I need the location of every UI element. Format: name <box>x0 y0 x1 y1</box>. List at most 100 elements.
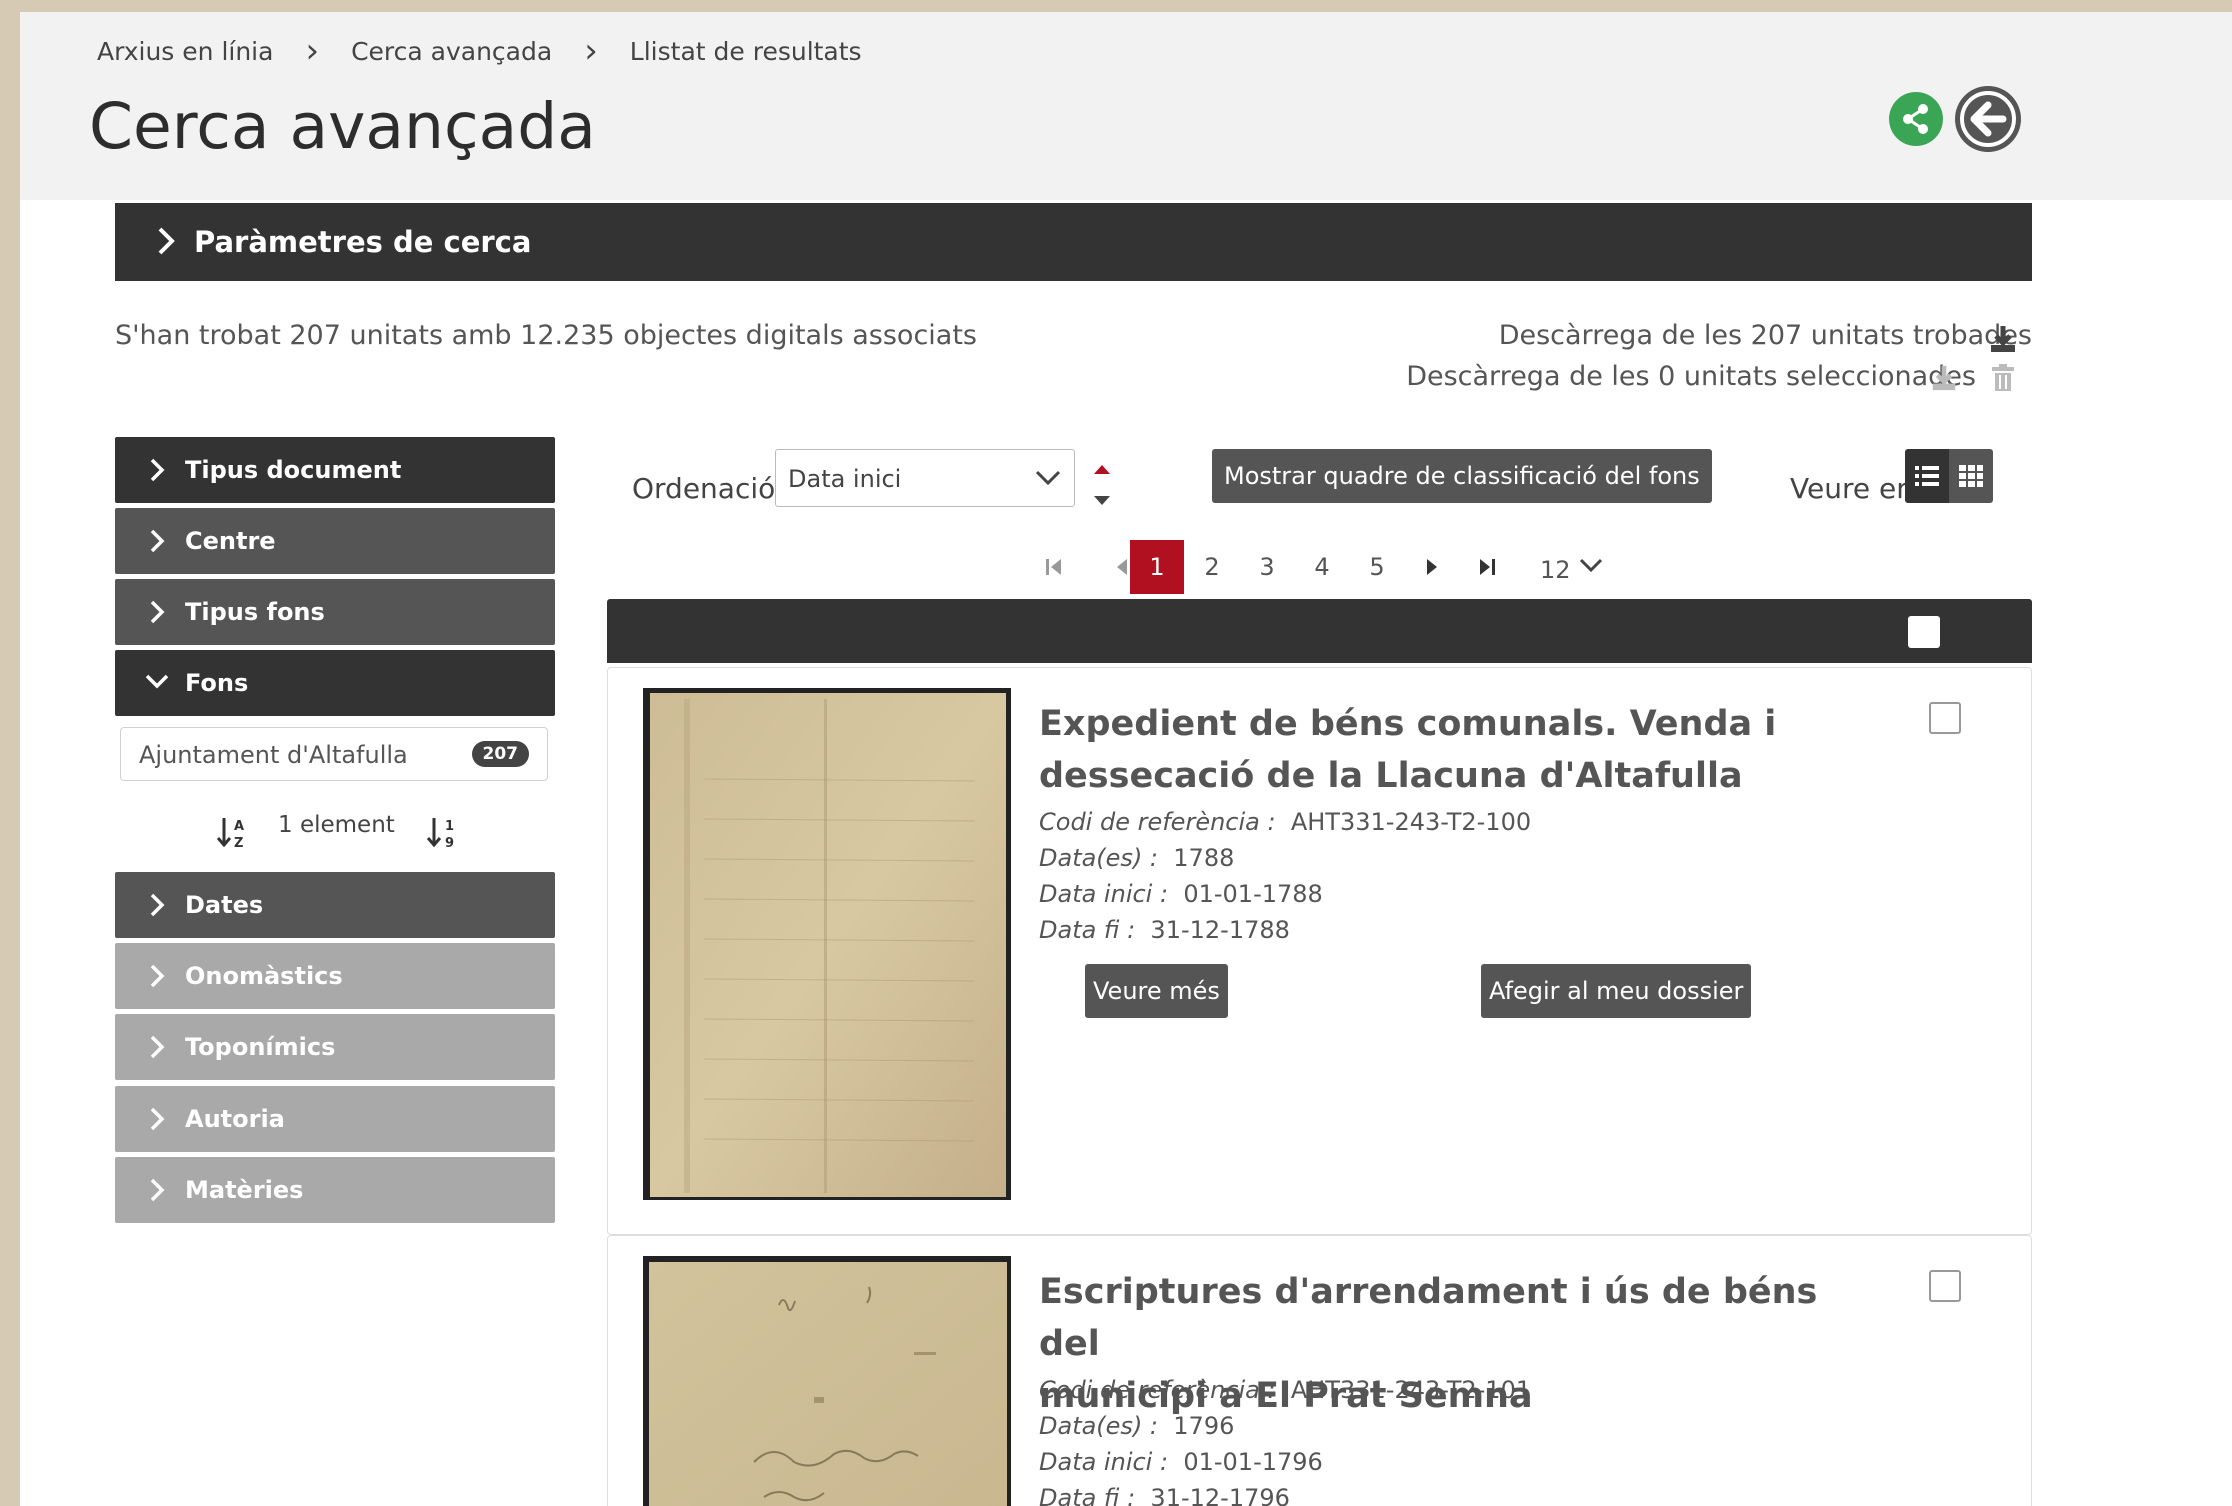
facet-label: Onomàstics <box>185 962 343 990</box>
download-icon[interactable] <box>1988 324 2018 354</box>
facet-fons[interactable]: Fons <box>115 650 555 716</box>
facet-autoria[interactable]: Autoria <box>115 1086 555 1152</box>
facet-label: Tipus document <box>185 456 402 484</box>
chevron-right-icon <box>150 1178 165 1202</box>
meta-value: 1788 <box>1173 844 1235 872</box>
sort-select[interactable]: Data inici <box>775 449 1075 507</box>
list-icon <box>1915 466 1939 486</box>
svg-text:9: 9 <box>445 836 454 850</box>
view-mode-label: Veure en <box>1790 472 1914 505</box>
meta-reference: Codi de referència : AHT331-243-T2-100 <box>1039 808 1531 836</box>
chevron-right-icon <box>150 964 165 988</box>
page-1[interactable]: 1 <box>1130 540 1184 594</box>
facet-option-fons[interactable]: Ajuntament d'Altafulla 207 <box>120 727 548 781</box>
facet-option-label: Ajuntament d'Altafulla <box>139 741 408 769</box>
page-4[interactable]: 4 <box>1295 540 1349 594</box>
meta-value: AHT331-243-T2-101 <box>1290 1376 1532 1404</box>
header: Arxius en línia › Cerca avançada › Llist… <box>20 12 2232 200</box>
count-badge: 207 <box>471 741 529 767</box>
document-thumbnail[interactable] <box>643 1256 1011 1506</box>
page-3[interactable]: 3 <box>1240 540 1294 594</box>
result-card: Expedient de béns comunals. Venda i dess… <box>607 667 2032 1235</box>
grid-view-button[interactable] <box>1949 449 1993 503</box>
chevron-right-icon: › <box>305 31 320 71</box>
result-title-line: dessecació de la Llacuna d'Altafulla <box>1039 756 1743 796</box>
chevron-right-icon <box>150 458 165 482</box>
chevron-right-icon <box>150 529 165 553</box>
page-2[interactable]: 2 <box>1185 540 1239 594</box>
results-header <box>607 599 2032 663</box>
meta-label: Data inici : <box>1039 880 1169 908</box>
meta-label: Data fi : <box>1039 1484 1136 1506</box>
facet-label: Tipus fons <box>185 598 325 626</box>
breadcrumb-item-llistat: Llistat de resultats <box>629 36 862 66</box>
meta-label: Data(es) : <box>1039 844 1159 872</box>
result-title[interactable]: Expedient de béns comunals. Venda i dess… <box>1039 698 1839 802</box>
facet-toponimics[interactable]: Toponímics <box>115 1014 555 1080</box>
download-icon[interactable] <box>1930 364 1958 392</box>
share-button[interactable] <box>1889 92 1943 146</box>
meta-value: AHT331-243-T2-100 <box>1290 808 1532 836</box>
next-page-icon[interactable] <box>1420 555 1444 579</box>
search-params-toggle[interactable]: Paràmetres de cerca <box>115 203 2032 281</box>
result-card: Escriptures d'arrendament i ús de béns d… <box>607 1235 2032 1506</box>
last-page-icon[interactable] <box>1475 555 1499 579</box>
sort-label: Ordenació <box>632 472 776 505</box>
facet-tipus-document[interactable]: Tipus document <box>115 437 555 503</box>
facet-centre[interactable]: Centre <box>115 508 555 574</box>
breadcrumb-item-arxius[interactable]: Arxius en línia <box>97 37 273 66</box>
list-view-button[interactable] <box>1905 449 1949 503</box>
meta-label: Data fi : <box>1039 916 1136 944</box>
sort-numeric-icon[interactable]: 1 9 <box>426 816 462 850</box>
show-classification-button[interactable]: Mostrar quadre de classificació del fons <box>1212 449 1712 503</box>
per-page-value: 12 <box>1540 556 1571 584</box>
chevron-right-icon <box>158 227 175 255</box>
document-thumbnail[interactable] <box>643 688 1011 1200</box>
facet-element-count: 1 element <box>278 812 395 838</box>
result-checkbox[interactable] <box>1929 702 1961 734</box>
add-to-dossier-button[interactable]: Afegir al meu dossier <box>1481 964 1752 1018</box>
meta-start-date: Data inici : 01-01-1796 <box>1039 1448 1323 1476</box>
sort-alpha-icon[interactable]: A Z <box>216 816 252 850</box>
facet-label: Centre <box>185 527 276 555</box>
grid-icon <box>1959 465 1983 487</box>
svg-text:1: 1 <box>445 819 454 834</box>
chevron-right-icon: › <box>584 31 598 71</box>
meta-value: 01-01-1796 <box>1183 1448 1323 1476</box>
sort-direction-icon[interactable] <box>1090 455 1114 515</box>
meta-label: Codi de referència : <box>1039 1376 1276 1404</box>
per-page-select[interactable]: 12 <box>1540 556 1603 584</box>
facet-dates[interactable]: Dates <box>115 872 555 938</box>
breadcrumb: Arxius en línia › Cerca avançada › Llist… <box>97 34 862 68</box>
download-all-link[interactable]: Descàrrega de les 207 unitats trobades <box>1499 320 2032 351</box>
result-checkbox[interactable] <box>1929 1270 1961 1302</box>
meta-end-date: Data fi : 31-12-1796 <box>1039 1484 1290 1506</box>
breadcrumb-item-cerca[interactable]: Cerca avançada <box>351 37 552 66</box>
select-all-checkbox[interactable] <box>1908 616 1940 648</box>
chevron-right-icon <box>150 600 165 624</box>
page-title: Cerca avançada <box>89 90 596 163</box>
document-thumbnail-image <box>644 689 1010 1199</box>
facet-label: Dates <box>185 891 264 919</box>
facet-onomastics[interactable]: Onomàstics <box>115 943 555 1009</box>
meta-label: Codi de referència : <box>1039 808 1276 836</box>
facet-materies[interactable]: Matèries <box>115 1157 555 1223</box>
search-params-label: Paràmetres de cerca <box>194 225 532 259</box>
chevron-down-icon <box>145 674 169 689</box>
results-summary: S'han trobat 207 unitats amb 12.235 obje… <box>115 320 977 351</box>
document-thumbnail-image <box>644 1257 1010 1506</box>
trash-icon[interactable] <box>1990 364 2016 392</box>
meta-start-date: Data inici : 01-01-1788 <box>1039 880 1323 908</box>
page-5[interactable]: 5 <box>1350 540 1404 594</box>
chevron-down-icon <box>1579 558 1603 573</box>
facet-label: Matèries <box>185 1176 304 1204</box>
chevron-right-icon <box>150 1107 165 1131</box>
first-page-icon[interactable] <box>1042 555 1066 579</box>
facet-label: Fons <box>185 669 249 697</box>
chevron-down-icon <box>1035 470 1061 486</box>
download-selected-link[interactable]: Descàrrega de les 0 unitats seleccionade… <box>1406 361 1976 392</box>
chevron-right-icon <box>150 1035 165 1059</box>
back-button[interactable] <box>1955 86 2021 152</box>
facet-tipus-fons[interactable]: Tipus fons <box>115 579 555 645</box>
see-more-button[interactable]: Veure més <box>1085 964 1228 1018</box>
